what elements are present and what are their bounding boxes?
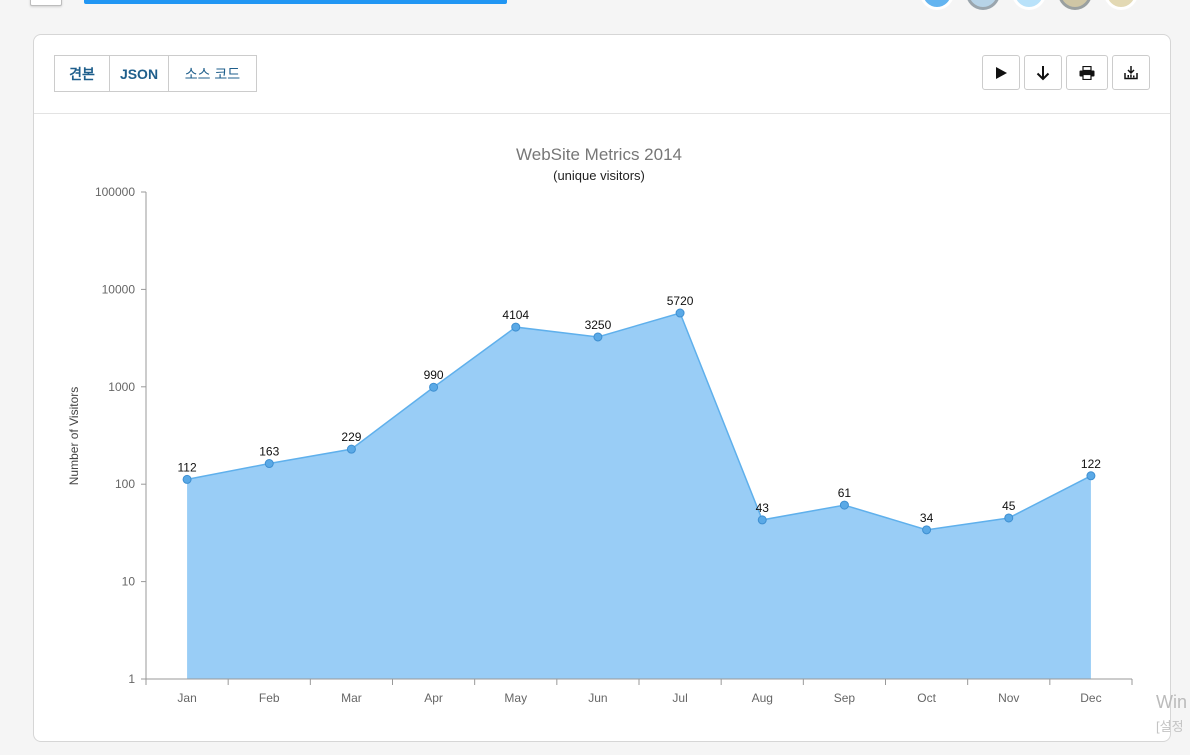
watermark-line-1: Win [1156, 692, 1187, 712]
data-label: 990 [424, 368, 444, 382]
data-label: 229 [341, 430, 361, 444]
data-point [1086, 471, 1096, 481]
y-tick-label: 1000 [108, 380, 135, 394]
y-axis-label: Number of Visitors [67, 387, 81, 485]
area-series [186, 312, 1092, 679]
export-button[interactable] [1112, 55, 1150, 90]
data-point [264, 459, 274, 469]
run-button[interactable] [982, 55, 1020, 90]
top-progress-bar [84, 0, 507, 4]
data-point [429, 382, 439, 392]
data-label: 163 [259, 445, 279, 459]
y-tick-label: 10 [122, 575, 136, 589]
color-swatch[interactable] [1012, 0, 1046, 10]
chart-subtitle: (unique visitors) [553, 168, 645, 183]
data-label: 3250 [585, 318, 612, 332]
data-label: 4104 [502, 308, 529, 322]
download-button[interactable] [1024, 55, 1062, 90]
data-label: 34 [920, 511, 934, 525]
print-button[interactable] [1066, 55, 1108, 90]
color-swatch[interactable] [1104, 0, 1138, 10]
data-label: 43 [756, 501, 770, 515]
y-tick-label: 10000 [102, 282, 136, 296]
color-swatch[interactable] [1058, 0, 1092, 10]
data-point [922, 525, 932, 535]
y-tick-label: 100 [115, 477, 135, 491]
data-label: 122 [1081, 457, 1101, 471]
color-swatch[interactable] [966, 0, 1000, 10]
download-arrow-icon [1036, 65, 1050, 80]
x-tick-label: Jun [588, 691, 607, 705]
x-tick-label: Jan [177, 691, 196, 705]
data-point [1004, 513, 1014, 523]
x-tick-label: Oct [917, 691, 936, 705]
data-point [839, 500, 849, 510]
data-label: 112 [178, 460, 197, 474]
data-point [346, 444, 356, 454]
play-icon [996, 66, 1007, 79]
data-label: 5720 [667, 294, 694, 308]
x-tick-label: Apr [424, 691, 443, 705]
data-point [675, 308, 685, 318]
top-corner-widget [30, 0, 62, 6]
tab-source-code[interactable]: 소스 코드 [169, 56, 256, 91]
y-tick-label: 1 [128, 672, 135, 686]
data-point [757, 515, 767, 525]
x-tick-label: Dec [1080, 691, 1101, 705]
data-point [511, 322, 521, 332]
chart-toolbar [982, 55, 1150, 90]
color-swatch[interactable] [920, 0, 954, 10]
print-icon [1079, 65, 1095, 80]
x-tick-label: Mar [341, 691, 362, 705]
area-fill [187, 313, 1091, 679]
data-point [182, 474, 192, 484]
data-point [593, 332, 603, 342]
chart-title: WebSite Metrics 2014 [516, 145, 682, 164]
x-tick-label: May [504, 691, 527, 705]
visitors-area-chart: WebSite Metrics 2014 (unique visitors) N… [67, 145, 1133, 705]
view-tabs: 견본 JSON 소스 코드 [54, 55, 257, 92]
watermark-line-2: [설정 [1156, 719, 1184, 734]
chart-panel: 견본 JSON 소스 코드 WebSite Metrics 2014 (uniq… [33, 34, 1171, 742]
x-tick-label: Sep [834, 691, 856, 705]
y-tick-label: 100000 [95, 185, 135, 199]
tab-sample[interactable]: 견본 [55, 56, 110, 91]
tab-json[interactable]: JSON [110, 56, 169, 91]
x-tick-label: Feb [259, 691, 280, 705]
x-tick-label: Jul [672, 691, 687, 705]
data-label: 45 [1002, 499, 1016, 513]
x-tick-label: Nov [998, 691, 1019, 705]
x-tick-label: Aug [752, 691, 773, 705]
data-label: 61 [838, 486, 852, 500]
export-icon [1124, 66, 1138, 80]
